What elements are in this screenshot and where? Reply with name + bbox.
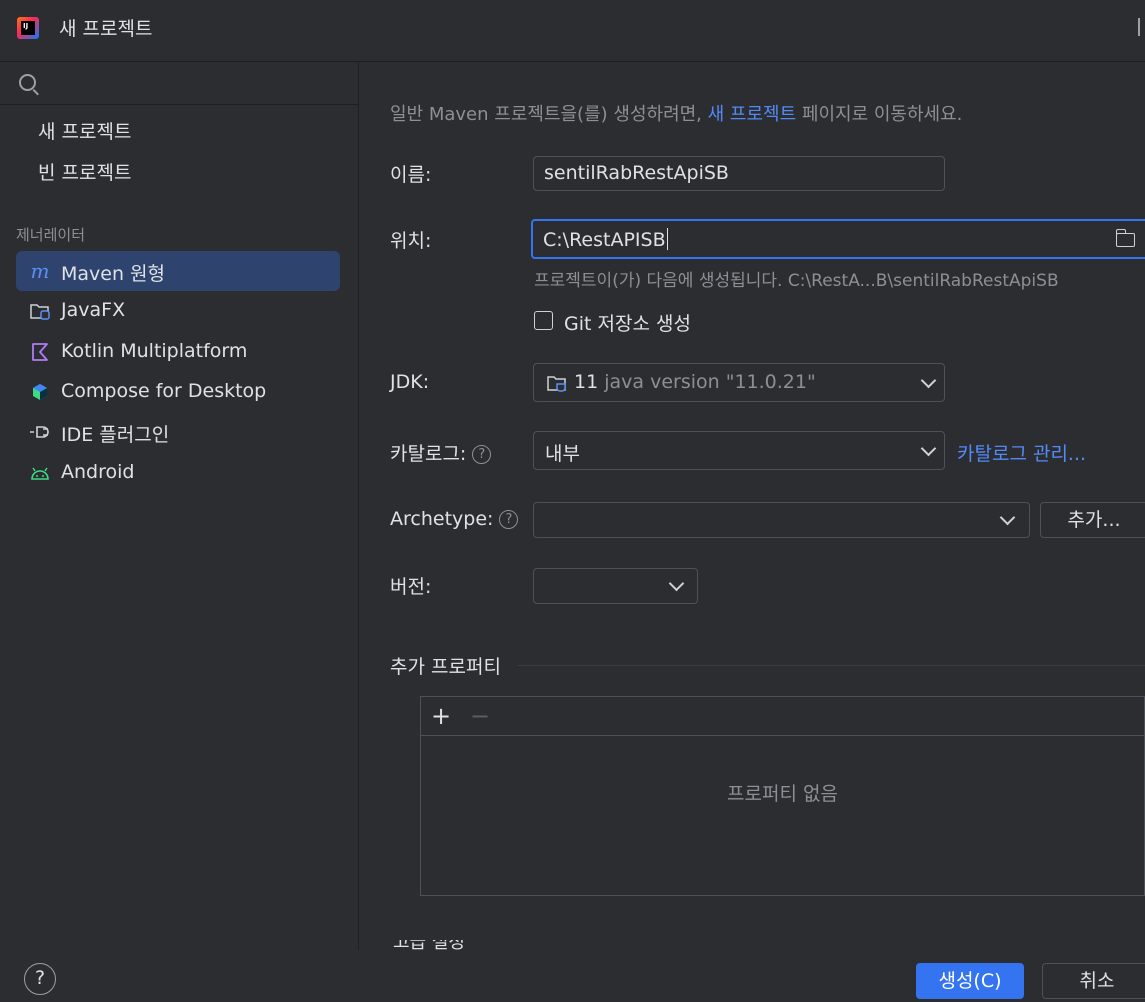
- dialog-footer: ? 생성(C) 취소: [0, 950, 1145, 1002]
- add-archetype-button[interactable]: 추가...: [1040, 502, 1145, 538]
- chevron-down-icon: [668, 575, 685, 592]
- archetype-select[interactable]: [533, 502, 1030, 538]
- sidebar-item-kotlin-multiplatform[interactable]: Kotlin Multiplatform: [16, 332, 340, 372]
- sidebar-item-new-project[interactable]: 새 프로젝트: [38, 117, 131, 144]
- help-icon[interactable]: ?: [499, 510, 519, 529]
- jdk-version: 11: [574, 371, 599, 393]
- info-prefix: 일반 Maven 프로젝트을(를) 생성하려면,: [390, 104, 702, 125]
- sidebar-item-label: Android: [61, 461, 135, 483]
- jdk-description: java version "11.0.21": [604, 371, 816, 393]
- help-icon[interactable]: ?: [472, 445, 492, 464]
- new-project-link[interactable]: 새 프로젝트: [708, 104, 797, 125]
- sidebar-item-label: Kotlin Multiplatform: [61, 340, 248, 362]
- compose-icon: [28, 381, 52, 403]
- cancel-button[interactable]: 취소: [1042, 963, 1145, 999]
- advanced-settings-collapsed[interactable]: 고급 설정: [393, 940, 465, 950]
- version-select[interactable]: [533, 568, 698, 604]
- chevron-down-icon: [999, 509, 1016, 526]
- name-field-value: sentilRabRestApiSB: [544, 162, 729, 184]
- sidebar-item-empty-project[interactable]: 빈 프로젝트: [38, 158, 131, 185]
- catalog-label: 카탈로그:?: [390, 439, 492, 466]
- sidebar-item-label: JavaFX: [61, 299, 126, 321]
- main-content: 일반 Maven 프로젝트을(를) 생성하려면, 새 프로젝트 페이지로 이동하…: [359, 62, 1145, 950]
- sidebar-item-label: Compose for Desktop: [61, 380, 267, 402]
- app-icon-text: IJ: [23, 22, 29, 30]
- archetype-label-text: Archetype:: [390, 508, 494, 530]
- catalog-value: 내부: [545, 443, 580, 465]
- create-button[interactable]: 생성(C): [916, 963, 1024, 999]
- name-field[interactable]: sentilRabRestApiSB: [533, 156, 945, 191]
- help-button[interactable]: ?: [24, 963, 56, 995]
- sidebar-item-label: Maven 원형: [61, 263, 166, 285]
- version-label: 버전:: [390, 576, 432, 598]
- window-title: 새 프로젝트: [59, 18, 153, 40]
- catalog-select[interactable]: 내부: [533, 431, 945, 470]
- folder-icon[interactable]: [1115, 229, 1135, 247]
- title-bar: IJ 새 프로젝트: [0, 0, 1145, 56]
- add-property-button[interactable]: +: [431, 702, 451, 730]
- additional-properties-heading: 추가 프로퍼티: [390, 656, 501, 678]
- empty-properties-text: 프로퍼티 없음: [727, 783, 838, 805]
- remove-property-button[interactable]: −: [470, 702, 490, 730]
- search-divider: [0, 104, 358, 105]
- android-icon: [28, 462, 52, 484]
- git-repo-label[interactable]: Git 저장소 생성: [564, 309, 691, 336]
- info-suffix: 페이지로 이동하세요.: [801, 104, 963, 125]
- name-label: 이름:: [390, 164, 432, 186]
- advanced-settings-label: 고급 설정: [393, 940, 465, 950]
- text-caret: [666, 228, 668, 250]
- search-icon[interactable]: [19, 74, 36, 91]
- sidebar-item-maven-archetype[interactable]: m Maven 원형: [16, 251, 340, 291]
- properties-table: + − 프로퍼티 없음: [420, 696, 1145, 896]
- window-control-icon[interactable]: [1138, 18, 1145, 36]
- location-label: 위치:: [390, 230, 432, 252]
- generators-heading: 제너레이터: [16, 226, 86, 244]
- sidebar-item-compose-desktop[interactable]: Compose for Desktop: [16, 372, 340, 412]
- catalog-label-text: 카탈로그:: [390, 443, 467, 465]
- sidebar: 새 프로젝트 빈 프로젝트 제너레이터 m Maven 원형 JavaFX Ko…: [0, 62, 359, 950]
- sidebar-item-ide-plugin[interactable]: IDE 플러그인: [16, 412, 340, 452]
- git-repo-checkbox[interactable]: [534, 311, 553, 330]
- jdk-select[interactable]: 11 java version "11.0.21": [533, 363, 945, 402]
- location-value-text: C:\RestAPISB: [543, 229, 666, 251]
- javafx-icon: [28, 300, 52, 322]
- plugin-icon: [28, 421, 52, 443]
- chevron-down-icon: [920, 440, 937, 457]
- jdk-folder-icon: [546, 373, 568, 393]
- manage-catalogs-link[interactable]: 카탈로그 관리...: [957, 439, 1086, 466]
- intellij-app-icon: IJ: [17, 17, 39, 39]
- maven-icon: m: [30, 259, 50, 283]
- properties-toolbar: + −: [421, 697, 1144, 736]
- sidebar-item-label: IDE 플러그인: [61, 424, 170, 446]
- kotlin-icon: [28, 341, 52, 363]
- sidebar-item-javafx[interactable]: JavaFX: [16, 291, 340, 331]
- section-divider: [517, 665, 1145, 666]
- chevron-down-icon: [920, 372, 937, 389]
- sidebar-item-android[interactable]: Android: [16, 453, 340, 493]
- location-hint: 프로젝트이(가) 다음에 생성됩니다. C:\RestA...B\sentilR…: [534, 271, 1059, 291]
- location-field[interactable]: C:\RestAPISB: [531, 219, 1145, 259]
- location-field-value: C:\RestAPISB: [543, 228, 668, 251]
- maven-info-text: 일반 Maven 프로젝트을(를) 생성하려면, 새 프로젝트 페이지로 이동하…: [390, 100, 962, 126]
- jdk-label: JDK:: [390, 371, 430, 393]
- archetype-label: Archetype:?: [390, 508, 519, 530]
- jdk-value: 11 java version "11.0.21": [574, 371, 816, 393]
